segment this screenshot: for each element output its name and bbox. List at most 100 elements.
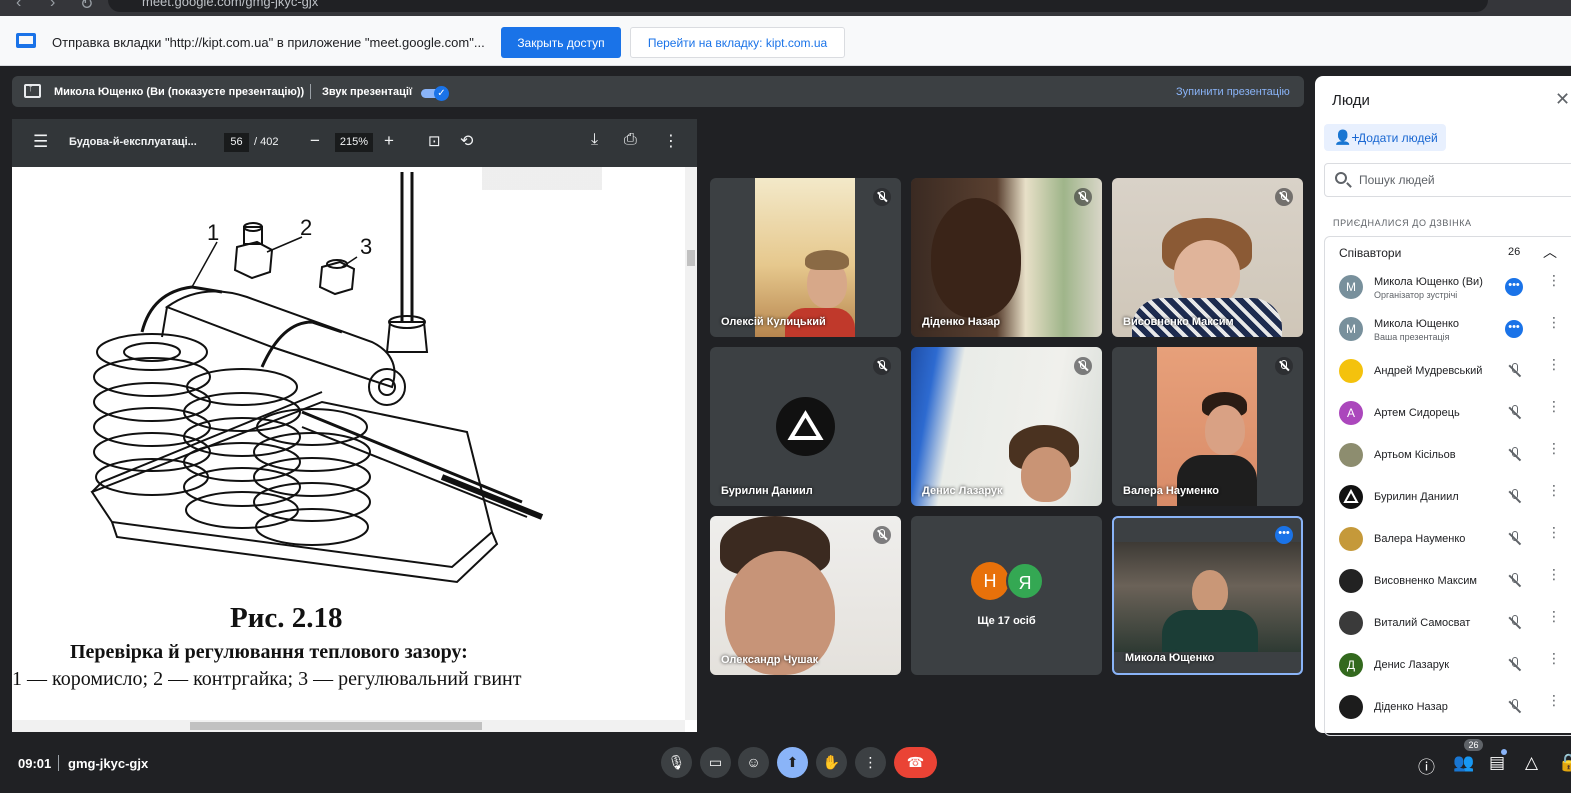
participant-tile[interactable]: Валера Науменко bbox=[1112, 347, 1303, 506]
muted-mic-icon bbox=[1508, 615, 1522, 631]
present-button[interactable]: ⬆ bbox=[777, 747, 808, 778]
kebab-menu-icon[interactable]: ⋮ bbox=[1547, 399, 1561, 413]
kebab-menu-icon[interactable]: ⋮ bbox=[1547, 483, 1561, 497]
kebab-menu-icon[interactable]: ⋮ bbox=[1547, 651, 1561, 665]
zoom-input[interactable]: 215% bbox=[335, 133, 373, 152]
more-options-icon[interactable]: ⋮ bbox=[663, 131, 679, 151]
participant-video bbox=[1114, 542, 1301, 652]
zoom-out-icon[interactable]: − bbox=[310, 131, 320, 151]
muted-mic-icon bbox=[1508, 657, 1522, 673]
kebab-menu-icon[interactable]: ⋮ bbox=[1547, 609, 1561, 623]
more-options-icon[interactable]: ••• bbox=[1505, 278, 1523, 296]
callout-2: 2 bbox=[300, 215, 312, 240]
horizontal-scroll-thumb[interactable] bbox=[190, 722, 482, 730]
participant-tile[interactable]: Бурилин Даниил bbox=[710, 347, 901, 506]
participant-name: Артьом Кісільов bbox=[1374, 449, 1456, 461]
participant-tile[interactable]: Олексій Кулицький bbox=[710, 178, 901, 337]
participant-row[interactable]: Артьом Кісільов ⋮ bbox=[1315, 436, 1571, 478]
participant-name: Микола Ющенко (Ви) bbox=[1374, 276, 1483, 288]
microphone-icon: 🎙 bbox=[667, 754, 686, 770]
fit-page-icon[interactable]: ⊡ bbox=[428, 132, 441, 150]
muted-mic-icon bbox=[1275, 188, 1293, 206]
forward-icon[interactable]: › bbox=[50, 0, 55, 12]
activities-icon[interactable]: △ bbox=[1525, 753, 1538, 773]
participant-name: Висовненко Максим bbox=[1123, 316, 1234, 328]
raise-hand-button[interactable]: ✋ bbox=[816, 747, 847, 778]
kebab-menu-icon[interactable]: ⋮ bbox=[1547, 567, 1561, 581]
contributors-count: 26 bbox=[1508, 246, 1521, 258]
participant-row[interactable]: А Артем Сидорець ⋮ bbox=[1315, 394, 1571, 436]
chevron-up-icon[interactable]: ︿ bbox=[1543, 242, 1557, 262]
avatar bbox=[1339, 359, 1363, 383]
participant-tile[interactable]: Денис Лазарук bbox=[911, 347, 1102, 506]
avatar bbox=[1339, 527, 1363, 551]
chat-icon[interactable]: ▤ bbox=[1489, 753, 1505, 773]
download-icon[interactable]: ⤓ bbox=[591, 131, 598, 149]
more-options-button[interactable]: ⋮ bbox=[855, 747, 886, 778]
participant-row[interactable]: Бурилин Даниил ⋮ bbox=[1315, 478, 1571, 520]
people-count-badge: 26 bbox=[1464, 739, 1483, 751]
presentation-sound-toggle[interactable]: ✓ bbox=[421, 86, 449, 101]
vertical-scroll-thumb[interactable] bbox=[687, 250, 695, 266]
camera-button[interactable]: ▭ bbox=[700, 747, 731, 778]
active-speaker-tile[interactable]: ••• Микола Ющенко bbox=[1112, 516, 1303, 675]
participant-name: Виталий Самосват bbox=[1374, 617, 1471, 629]
participant-video bbox=[1157, 347, 1257, 506]
rotate-icon[interactable]: ⟲ bbox=[460, 131, 473, 151]
back-icon[interactable]: ‹ bbox=[16, 0, 21, 12]
stop-sharing-button[interactable]: Закрыть доступ bbox=[501, 27, 621, 58]
more-options-icon[interactable]: ••• bbox=[1505, 320, 1523, 338]
leave-call-button[interactable]: ☎ bbox=[894, 747, 937, 778]
camera-icon: ▭ bbox=[708, 754, 723, 770]
joined-section-label: ПРИЄДНАЛИСЯ ДО ДЗВІНКА bbox=[1333, 218, 1472, 228]
zoom-in-icon[interactable]: + bbox=[384, 131, 394, 151]
participant-row[interactable]: Андрей Мудревський ⋮ bbox=[1315, 352, 1571, 394]
search-icon bbox=[1335, 172, 1347, 184]
lock-icon[interactable]: 🔒 bbox=[1558, 753, 1571, 773]
more-options-icon[interactable]: ••• bbox=[1275, 526, 1293, 544]
participant-video bbox=[1112, 178, 1303, 337]
menu-icon[interactable]: ☰ bbox=[33, 132, 48, 152]
muted-mic-icon bbox=[1074, 357, 1092, 375]
people-icon[interactable]: 👥 bbox=[1453, 753, 1474, 773]
hand-icon: ✋ bbox=[822, 754, 841, 770]
kebab-menu-icon[interactable]: ⋮ bbox=[1547, 441, 1561, 455]
participant-row[interactable]: М Микола Ющенко (Ви) Організатор зустріч… bbox=[1315, 268, 1571, 310]
go-to-tab-button[interactable]: Перейти на вкладку: kipt.com.ua bbox=[630, 27, 845, 58]
kebab-menu-icon[interactable]: ⋮ bbox=[1547, 357, 1561, 371]
info-icon[interactable]: ⓘ bbox=[1418, 753, 1435, 778]
figure-number: Рис. 2.18 bbox=[230, 602, 343, 634]
microphone-button[interactable]: 🎙 bbox=[661, 747, 692, 778]
people-panel: Люди ✕ 👤+ Додати людей Пошук людей ПРИЄД… bbox=[1315, 76, 1571, 736]
kebab-menu-icon[interactable]: ⋮ bbox=[1547, 525, 1561, 539]
reload-icon[interactable]: ↻ bbox=[80, 0, 93, 14]
address-bar[interactable]: meet.google.com/gmg-jkyc-gjx bbox=[108, 0, 1488, 12]
presenter-name: Микола Ющенко (Ви (показуєте презентацію… bbox=[54, 86, 305, 98]
callout-1: 1 bbox=[207, 220, 219, 245]
kebab-menu-icon[interactable]: ⋮ bbox=[1547, 273, 1561, 287]
participant-row[interactable]: Виталий Самосват ⋮ bbox=[1315, 604, 1571, 646]
participant-tile[interactable]: Висовненко Максим bbox=[1112, 178, 1303, 337]
add-people-button[interactable]: 👤+ Додати людей bbox=[1324, 124, 1446, 151]
participant-row[interactable]: М Микола Ющенко Ваша презентація ••• ⋮ bbox=[1315, 310, 1571, 352]
participant-tile[interactable]: Олександр Чушак bbox=[710, 516, 901, 675]
kebab-menu-icon[interactable]: ⋮ bbox=[1547, 693, 1561, 707]
close-icon[interactable]: ✕ bbox=[1555, 89, 1570, 110]
page-number-input[interactable]: 56 bbox=[224, 133, 249, 152]
participant-name: Діденко Назар bbox=[922, 316, 1001, 328]
participant-row[interactable]: Валера Науменко ⋮ bbox=[1315, 520, 1571, 562]
print-icon[interactable]: ⎙ bbox=[624, 131, 637, 149]
avatar: Д bbox=[1339, 653, 1363, 677]
stop-presenting-link[interactable]: Зупинити презентацію bbox=[1176, 86, 1290, 98]
others-tile[interactable]: Н Я Ще 17 осіб bbox=[911, 516, 1102, 675]
contributors-label[interactable]: Співавтори bbox=[1339, 246, 1401, 260]
participant-row[interactable]: Висовненко Максим ⋮ bbox=[1315, 562, 1571, 604]
participant-row[interactable]: Діденко Назар ⋮ bbox=[1315, 688, 1571, 730]
reactions-button[interactable]: ☺ bbox=[738, 747, 769, 778]
people-search-input[interactable]: Пошук людей bbox=[1324, 163, 1571, 197]
muted-mic-icon bbox=[1508, 531, 1522, 547]
participant-tile[interactable]: Діденко Назар bbox=[911, 178, 1102, 337]
pdf-title: Будова-й-експлуатаці... bbox=[69, 136, 197, 148]
kebab-menu-icon[interactable]: ⋮ bbox=[1547, 315, 1561, 329]
participant-row[interactable]: Д Денис Лазарук ⋮ bbox=[1315, 646, 1571, 688]
